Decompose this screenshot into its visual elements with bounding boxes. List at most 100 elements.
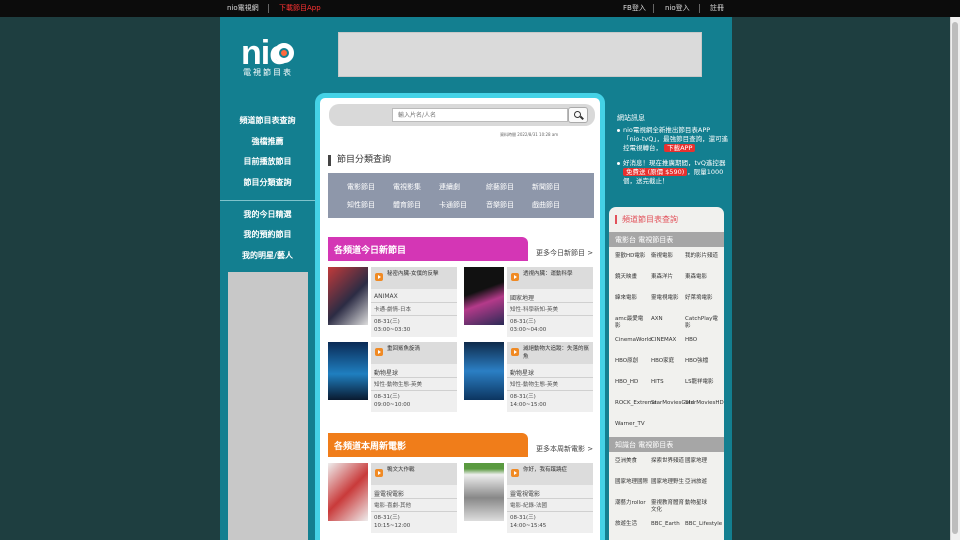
program-title: 滅絕動物大追蹤：失落的鯊魚 xyxy=(523,346,590,360)
header-ad-banner[interactable] xyxy=(338,32,702,77)
category-sports[interactable]: 體育節目 xyxy=(393,200,421,210)
channel-link[interactable]: AXN xyxy=(651,316,684,323)
play-icon xyxy=(511,273,519,281)
movie-channel: 靈電視電影 xyxy=(374,491,405,498)
nav-featured[interactable]: 強檔推薦 xyxy=(220,136,315,147)
channel-link[interactable]: 旅遊生活 xyxy=(615,521,648,528)
search-button[interactable] xyxy=(568,107,588,123)
free-offer-tag[interactable]: 免費送 (原價 $590) xyxy=(623,168,688,176)
nav-my-today[interactable]: 我的今日精選 xyxy=(220,209,315,220)
program-channel: 國家地理 xyxy=(510,295,535,302)
nav-category[interactable]: 節目分類查詢 xyxy=(220,177,315,188)
app-download-link[interactable]: 下載節目App xyxy=(279,3,321,13)
more-today-link[interactable]: 更多今日新節目 > xyxy=(536,248,593,258)
program-card[interactable]: 秘密內臟-女僕的反擊 ANIMAX 卡通-劇情-日本 08-31(三) 03:00… xyxy=(328,267,457,337)
divider xyxy=(653,4,654,13)
channel-link[interactable]: 東森電影 xyxy=(685,274,718,281)
channel-link[interactable]: 亞洲美食 xyxy=(615,458,648,465)
channel-link[interactable]: 動物星球 xyxy=(685,500,718,507)
nav-my-stars[interactable]: 我的明星/藝人 xyxy=(220,250,315,261)
movie-card[interactable]: 鴨文大作戰 靈電視電影 電影-喜劇-其他 08-31(三) 10:15~12:00 xyxy=(328,463,457,533)
more-movies-link[interactable]: 更多本周新電影 > xyxy=(536,444,593,454)
category-cartoon[interactable]: 卡通節目 xyxy=(439,200,467,210)
fb-login-link[interactable]: FB登入 xyxy=(623,3,646,13)
channel-link[interactable]: HITS xyxy=(651,379,684,386)
movie-channels-band: 電影台 電視節目表 xyxy=(609,232,724,247)
program-card[interactable]: 滅絕動物大追蹤：失落的鯊魚 動物星球 知性-動物生態-英美 08-31(三) 14… xyxy=(464,342,593,412)
channel-link[interactable]: 衛視電影 xyxy=(651,253,684,260)
channel-link[interactable]: BBC_Earth xyxy=(651,521,684,528)
channel-link[interactable]: StarMoviesHD xyxy=(685,400,724,407)
nio-login-link[interactable]: nio登入 xyxy=(665,3,690,13)
channel-link[interactable]: 靈電視電影 xyxy=(651,295,684,302)
channel-link[interactable]: CinemaWorld xyxy=(615,337,652,344)
download-app-button[interactable]: 下載APP xyxy=(664,144,696,152)
channel-link[interactable]: HBO家庭 xyxy=(651,358,684,365)
channel-link[interactable]: 國家地理 xyxy=(685,458,718,465)
logo-subtitle: 電視節目表 xyxy=(243,68,293,77)
movie-card[interactable]: 你好，我有蹊蹺症 靈電視電影 電影-紀錄-法國 08-31(三) 14:00~15… xyxy=(464,463,593,533)
scrollbar-thumb[interactable] xyxy=(952,22,958,534)
category-drama[interactable]: 連續劇 xyxy=(439,182,460,192)
program-card[interactable]: 透視內臟：運動科學 國家地理 知性-科學新知-英美 08-31(三) 03:00~… xyxy=(464,267,593,337)
category-news[interactable]: 新聞節目 xyxy=(532,182,560,192)
category-series[interactable]: 電視影集 xyxy=(393,182,421,192)
channel-link[interactable]: CatchPlay電影 xyxy=(685,316,718,330)
play-icon xyxy=(375,348,383,356)
movie-title: 你好，我有蹊蹺症 xyxy=(523,467,568,473)
channel-link[interactable]: 好萊塢電影 xyxy=(685,295,718,302)
news-text: 好消息！現在推廣期間，tvQ遙控器 xyxy=(623,159,726,167)
program-channel: ANIMAX xyxy=(374,293,398,300)
channel-link[interactable]: CINEMAX xyxy=(651,337,684,344)
search-input[interactable] xyxy=(392,108,568,122)
channel-link[interactable]: 潮藝力rollor xyxy=(615,500,648,507)
category-knowledge[interactable]: 知性節目 xyxy=(347,200,375,210)
channel-link[interactable]: HBO強檔 xyxy=(685,358,718,365)
movie-title: 鴨文大作戰 xyxy=(387,467,415,473)
channel-link[interactable]: 東森洋片 xyxy=(651,274,684,281)
channel-link[interactable]: 緯來電影 xyxy=(615,295,648,302)
channel-link[interactable]: HBO xyxy=(685,337,718,344)
channel-link[interactable]: 靈歡HD電影 xyxy=(615,253,648,260)
program-card[interactable]: 重回鯊魚旋渦 動物星球 知性-動物生態-英美 08-31(三) 09:00~10:… xyxy=(328,342,457,412)
channel-link[interactable]: LS龍祥電影 xyxy=(685,379,718,386)
movie-poster xyxy=(328,463,368,521)
center-panel: 資料時間 2022/8/31 10:28 am 節目分類查詢 電影節目 電視影集… xyxy=(315,93,605,540)
category-movies[interactable]: 電影節目 xyxy=(347,182,375,192)
channel-link[interactable]: HBO_HD xyxy=(615,379,648,386)
channel-link[interactable]: 亞洲旅遊 xyxy=(685,479,718,486)
channel-link[interactable]: 我的影片頻道 xyxy=(685,253,718,260)
nav-my-reservations[interactable]: 我的預約節目 xyxy=(220,229,315,240)
register-link[interactable]: 註冊 xyxy=(710,3,724,13)
category-opera[interactable]: 戲曲節目 xyxy=(532,200,560,210)
channel-link[interactable]: HBO原創 xyxy=(615,358,648,365)
movie-poster xyxy=(464,463,504,521)
program-date: 08-31(三) xyxy=(374,319,400,325)
main-container: nio 電視節目表 頻道節目表查詢 強檔推薦 目前播放節目 節目分類查詢 我的今… xyxy=(220,17,732,540)
site-link[interactable]: nio電視網 xyxy=(227,3,259,13)
nav-now-playing[interactable]: 目前播放節目 xyxy=(220,156,315,167)
nav-divider xyxy=(220,200,315,201)
nav-channel-schedule[interactable]: 頻道節目表查詢 xyxy=(220,115,315,126)
channel-link[interactable]: 鏡天映畫 xyxy=(615,274,648,281)
channel-link[interactable]: Warner_TV xyxy=(615,421,648,428)
channel-link[interactable]: 國家地理國際 xyxy=(615,479,648,486)
program-genre: 知性-科學新知-英美 xyxy=(510,307,558,313)
channel-panel-title: 頻道節目表查詢 xyxy=(615,215,678,224)
knowledge-channels-band: 知識台 電視節目表 xyxy=(609,437,724,452)
left-ad-placeholder[interactable] xyxy=(228,272,308,540)
category-section-title: 節目分類查詢 xyxy=(328,155,391,166)
today-new-header: 各頻道今日新節目 xyxy=(328,237,528,261)
channel-link[interactable]: StarMoviesGold xyxy=(651,400,694,407)
channel-link[interactable]: 探索世界頻道 xyxy=(651,458,684,465)
site-logo[interactable]: nio 電視節目表 xyxy=(241,36,297,77)
channel-link[interactable]: ROCK_Extreme xyxy=(615,400,657,407)
channel-link[interactable]: 國家地理野生 xyxy=(651,479,684,486)
week-movies-title: 各頻道本周新電影 xyxy=(334,442,407,452)
program-date: 08-31(三) xyxy=(510,394,536,400)
category-variety[interactable]: 綜藝節目 xyxy=(486,182,514,192)
category-music[interactable]: 音樂節目 xyxy=(486,200,514,210)
channel-link[interactable]: amc最愛電影 xyxy=(615,316,648,330)
channel-link[interactable]: BBC_Lifestyle xyxy=(685,521,722,528)
channel-link[interactable]: 靈視教育體育文化 xyxy=(651,500,684,514)
